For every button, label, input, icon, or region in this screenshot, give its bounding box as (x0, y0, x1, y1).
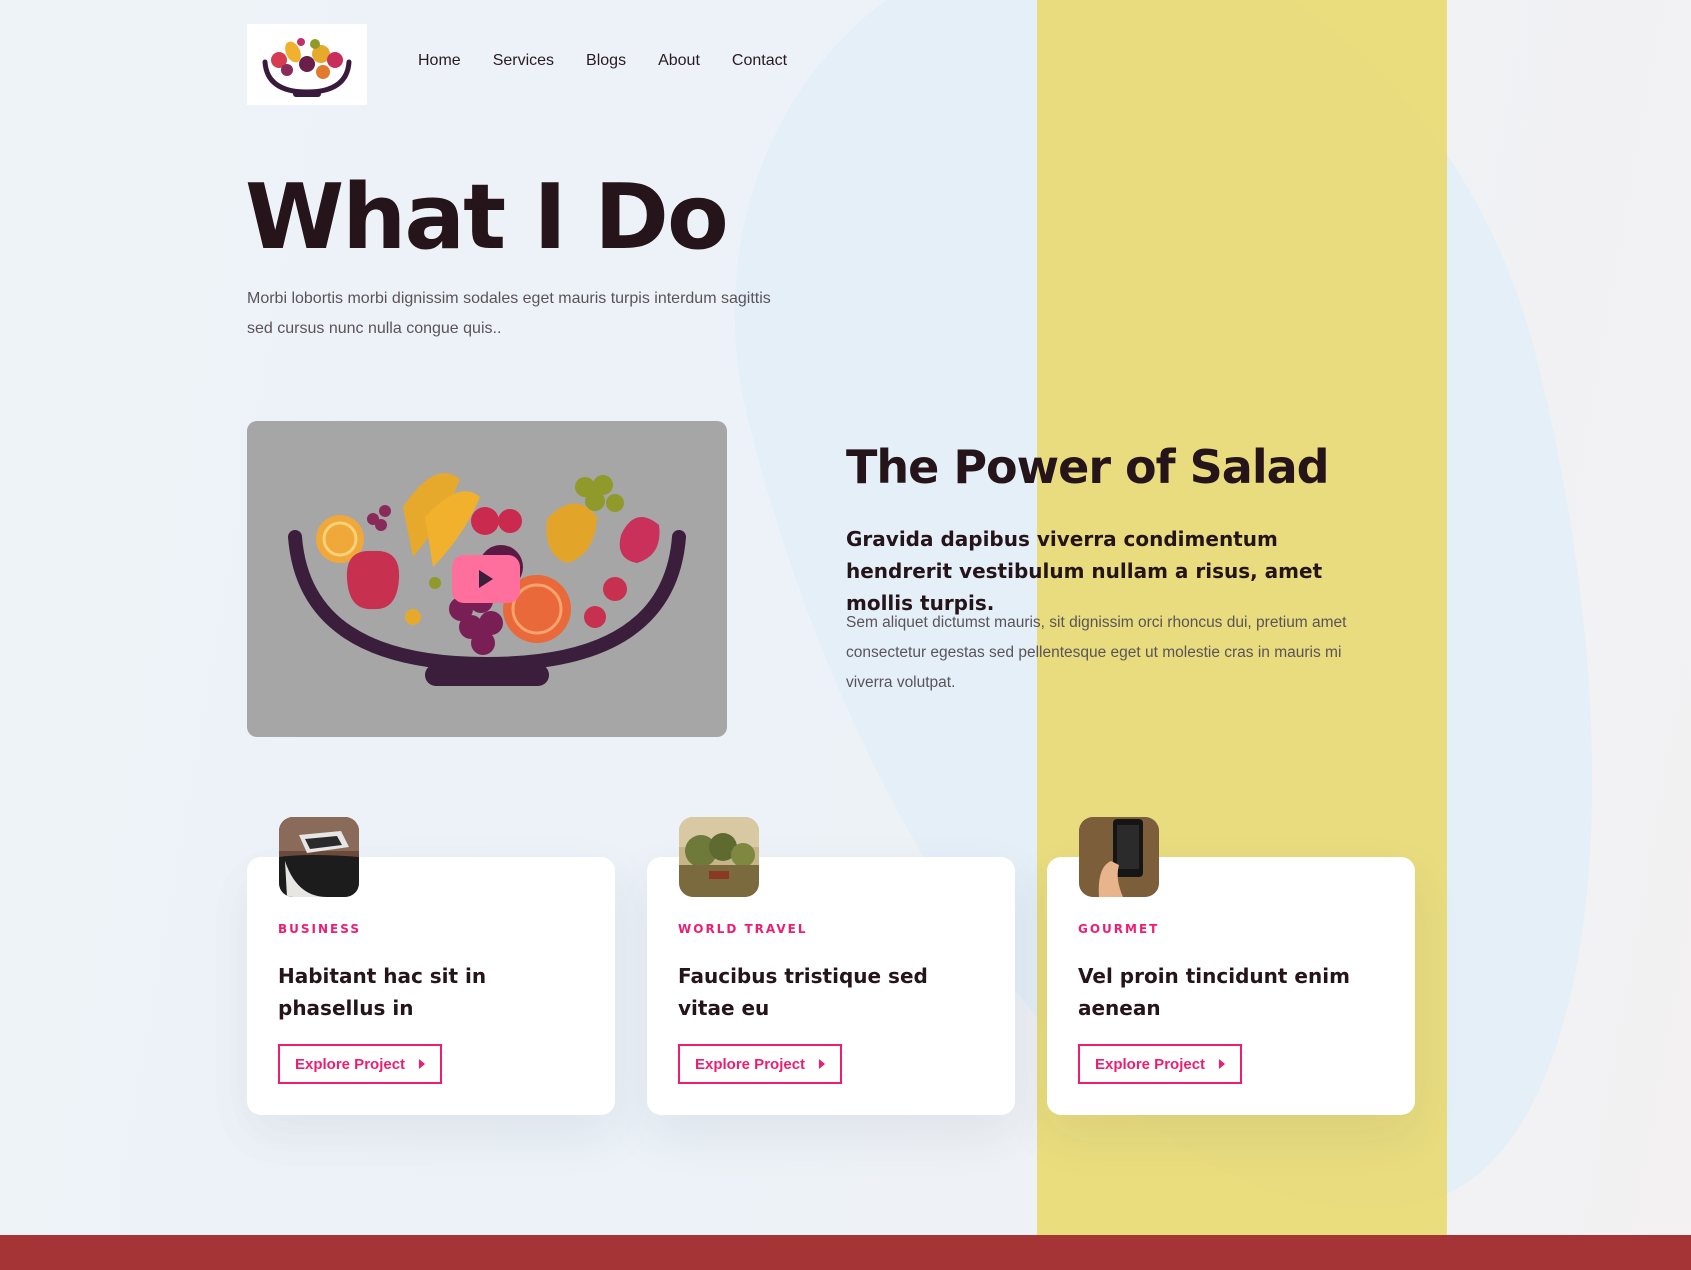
feature-title: The Power of Salad (846, 440, 1330, 494)
card-category: GOURMET (1078, 922, 1160, 936)
explore-project-button[interactable]: Explore Project (278, 1044, 443, 1084)
play-icon (479, 570, 493, 588)
explore-project-label: Explore Project (1095, 1055, 1206, 1073)
card-title: Faucibus tristique sed vitae eu (678, 964, 928, 1020)
logo[interactable] (247, 24, 367, 105)
caret-right-icon (1219, 1059, 1226, 1069)
nav-home[interactable]: Home (418, 52, 461, 70)
feature-text: Sem aliquet dictumst mauris, sit digniss… (846, 614, 1347, 691)
caret-right-icon (419, 1059, 426, 1069)
project-card: GOURMET Vel proin tincidunt enim aenean … (1047, 817, 1415, 1115)
hero-subtitle: Morbi lobortis morbi dignissim sodales e… (247, 290, 771, 337)
desk-photo-icon (279, 817, 359, 897)
project-card: BUSINESS Habitant hac sit in phasellus i… (247, 817, 615, 1115)
fruit-bowl-logo-icon (262, 37, 352, 97)
project-card: WORLD TRAVEL Faucibus tristique sed vita… (647, 817, 1015, 1115)
video-player[interactable] (247, 421, 727, 737)
card-title: Vel proin tincidunt enim aenean (1078, 964, 1350, 1020)
caret-right-icon (819, 1059, 826, 1069)
explore-project-label: Explore Project (295, 1055, 406, 1073)
footer-bar (0, 1235, 1691, 1270)
phone-in-hand-photo-icon (1079, 817, 1159, 897)
explore-project-button[interactable]: Explore Project (678, 1044, 843, 1084)
card-category: WORLD TRAVEL (678, 922, 808, 936)
feature-subtitle: Gravida dapibus viverra condimentum hend… (846, 527, 1323, 615)
card-category: BUSINESS (278, 922, 361, 936)
explore-project-label: Explore Project (695, 1055, 806, 1073)
landscape-painting-icon (679, 817, 759, 897)
explore-project-button[interactable]: Explore Project (1078, 1044, 1243, 1084)
nav-blogs[interactable]: Blogs (586, 52, 626, 70)
main-nav: Home Services Blogs About Contact (418, 52, 787, 70)
play-button[interactable] (452, 555, 520, 603)
nav-contact[interactable]: Contact (732, 52, 787, 70)
nav-about[interactable]: About (658, 52, 700, 70)
nav-services[interactable]: Services (493, 52, 554, 70)
hero-title: What I Do (245, 165, 729, 270)
card-title: Habitant hac sit in phasellus in (278, 964, 487, 1020)
